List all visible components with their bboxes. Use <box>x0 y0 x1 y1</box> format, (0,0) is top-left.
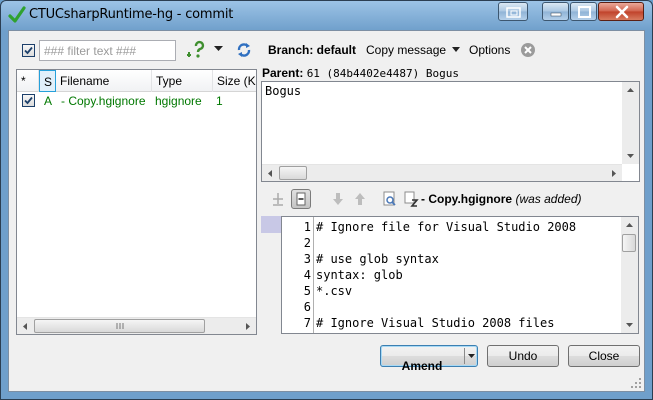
clear-icon[interactable] <box>520 42 536 58</box>
select-all-checkbox[interactable] <box>22 44 35 57</box>
scroll-up-icon[interactable] <box>622 82 639 99</box>
amend-button-label: Amend <box>401 359 443 373</box>
column-header-filename[interactable]: Filename <box>56 70 152 92</box>
find-icon[interactable] <box>381 190 399 208</box>
grip-icon <box>116 323 124 329</box>
code-line[interactable]: # Ignore Visual Studio 2008 files <box>316 315 554 331</box>
scroll-left-icon[interactable] <box>262 165 279 182</box>
diff-vertical-scrollbar[interactable] <box>621 217 638 333</box>
column-header-type[interactable]: Type <box>152 70 213 92</box>
toolbar: Branch: default Copy message Options <box>9 31 646 65</box>
diff-file-name: - Copy.hgignore <box>421 192 513 206</box>
line-number: 7 <box>303 316 311 330</box>
column-header-status[interactable]: S <box>39 70 56 92</box>
question-icon[interactable] <box>185 39 207 61</box>
column-header-select[interactable]: * <box>17 70 39 92</box>
file-name: - Copy.hgignore <box>61 94 146 108</box>
scroll-down-icon[interactable] <box>621 316 638 333</box>
client-area: Branch: default Copy message Options * S… <box>8 30 645 392</box>
table-row[interactable]: A - Copy.hgignore hgignore 1 <box>17 92 256 110</box>
file-list: * S Filename Type Size (KB A - Copy.hgig… <box>16 69 257 335</box>
parent-value: 61 (84b4402e4487) Bogus <box>306 67 460 80</box>
code-line[interactable]: # use glob syntax <box>316 251 439 267</box>
diff-viewer[interactable]: 1 # Ignore file for Visual Studio 2008 2 3 #… <box>281 216 639 334</box>
chevron-down-icon <box>468 354 475 358</box>
title-bar[interactable]: CTUCsharpRuntime-hg - commit <box>1 1 652 29</box>
file-list-scroll-thumb[interactable] <box>34 319 205 333</box>
file-status: A <box>44 94 53 108</box>
file-type: hgignore <box>155 94 202 108</box>
scroll-right-icon[interactable] <box>605 165 622 182</box>
next-hunk-icon[interactable] <box>329 190 347 208</box>
line-number: 3 <box>303 252 311 266</box>
parent-label: Parent: <box>262 66 304 80</box>
refresh-icon[interactable] <box>235 41 253 59</box>
diff-scroll-thumb[interactable] <box>622 234 636 252</box>
line-number: 2 <box>303 236 311 250</box>
commit-window: CTUCsharpRuntime-hg - commit ### filter … <box>0 0 653 400</box>
diff-margin-highlight <box>261 216 281 233</box>
checkmark-icon <box>24 46 33 55</box>
amend-dropdown[interactable] <box>464 348 477 364</box>
maximize-button[interactable] <box>570 2 597 21</box>
scroll-right-icon[interactable] <box>239 318 256 335</box>
copy-message-dropdown-icon[interactable] <box>452 47 460 52</box>
maximize-icon <box>578 6 591 18</box>
parent-info: Parent: 61 (84b4402e4487) Bogus <box>262 66 459 80</box>
commit-message-editor[interactable]: Bogus <box>261 81 640 182</box>
line-number: 6 <box>303 300 311 314</box>
window-title: CTUCsharpRuntime-hg - commit <box>29 7 234 22</box>
filter-input[interactable] <box>39 40 176 61</box>
resize-grip-icon[interactable] <box>630 377 642 389</box>
dropdown-arrow-icon[interactable] <box>214 46 223 52</box>
restore-icon <box>506 7 521 18</box>
message-scroll-thumb[interactable] <box>279 166 307 180</box>
line-number: 5 <box>303 284 311 298</box>
copy-message-menu[interactable]: Copy message <box>366 43 446 57</box>
close-window-button[interactable] <box>598 2 644 21</box>
restore-window-button[interactable] <box>498 2 528 21</box>
column-header-size[interactable]: Size (KB <box>213 70 256 92</box>
document-icon <box>296 192 306 206</box>
line-number: 1 <box>303 220 311 234</box>
options-button[interactable]: Options <box>469 43 510 57</box>
code-line[interactable]: *.csv <box>316 283 352 299</box>
diff-file-label: - Copy.hgignore (was added) <box>421 192 582 206</box>
code-line[interactable]: syntax: glob <box>316 267 403 283</box>
close-button[interactable]: Close <box>568 345 640 367</box>
diff-file-note: (was added) <box>515 192 582 206</box>
code-line[interactable]: # Ignore file for Visual Studio 2008 <box>316 219 576 235</box>
check-icon <box>8 6 26 23</box>
file-list-header: * S Filename Type Size (KB <box>17 70 256 92</box>
previous-hunk-icon[interactable] <box>351 190 369 208</box>
expand-all-icon[interactable] <box>269 190 287 208</box>
minimize-button[interactable] <box>542 2 569 21</box>
scroll-left-icon[interactable] <box>17 318 34 335</box>
sleep-icon[interactable] <box>402 190 420 208</box>
scroll-up-icon[interactable] <box>621 217 638 234</box>
file-size: 1 <box>216 94 223 108</box>
undo-button[interactable]: Undo <box>487 345 559 367</box>
checkmark-icon <box>24 96 33 105</box>
minimize-icon <box>550 12 562 17</box>
file-list-horizontal-scrollbar[interactable] <box>17 317 256 334</box>
message-vertical-scrollbar[interactable] <box>622 82 639 164</box>
commit-message-text[interactable]: Bogus <box>265 84 301 98</box>
toggle-whitespace-button[interactable] <box>291 189 311 209</box>
file-checkbox[interactable] <box>22 94 35 107</box>
scroll-down-icon[interactable] <box>622 147 639 164</box>
amend-button[interactable]: Amend <box>380 345 478 373</box>
diff-toolbar: - Copy.hgignore (was added) <box>261 188 641 210</box>
branch-label: Branch: default <box>268 43 357 57</box>
message-horizontal-scrollbar[interactable] <box>262 164 622 181</box>
close-icon <box>615 5 629 19</box>
line-number: 4 <box>303 268 311 282</box>
